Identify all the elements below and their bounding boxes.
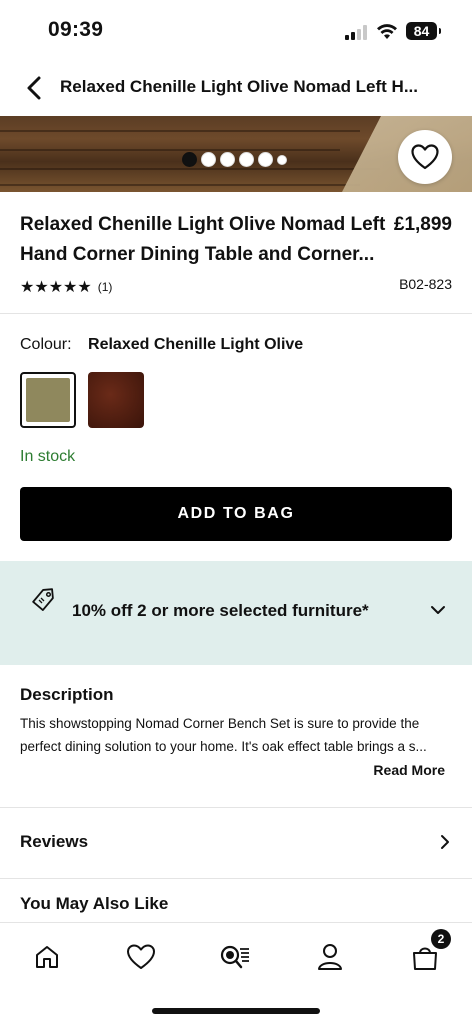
description-line: perfect dining solution to your home. It… <box>20 739 427 754</box>
tab-account[interactable] <box>310 939 350 975</box>
colour-row: Colour: Relaxed Chenille Light Olive <box>20 336 303 354</box>
add-to-bag-button[interactable]: ADD TO BAG <box>20 487 452 541</box>
nav-title: Relaxed Chenille Light Olive Nomad Left … <box>60 77 419 96</box>
product-title: Relaxed Chenille Light Olive Nomad Left … <box>20 214 386 265</box>
carousel-dot[interactable] <box>182 152 197 167</box>
carousel-dot[interactable] <box>239 152 254 167</box>
read-more-link[interactable]: Read More <box>373 762 445 778</box>
bag-count-badge: 2 <box>431 929 451 949</box>
divider <box>0 878 472 879</box>
home-indicator <box>152 1008 320 1014</box>
nav-header: Relaxed Chenille Light Olive Nomad Left … <box>0 60 472 116</box>
chevron-right-icon <box>441 835 449 849</box>
rating-stars: ★★★★★ <box>20 279 92 296</box>
description-line: This showstopping Nomad Corner Bench Set… <box>20 716 420 731</box>
description-body: This showstopping Nomad Corner Bench Set… <box>20 712 454 758</box>
tab-search[interactable] <box>215 939 255 975</box>
wifi-icon <box>377 24 397 39</box>
wishlist-button[interactable] <box>398 130 452 184</box>
chevron-down-icon[interactable] <box>430 605 446 615</box>
back-button[interactable] <box>22 74 48 102</box>
stock-status: In stock <box>20 448 76 465</box>
you-may-also-like-heading: You May Also Like <box>20 894 169 913</box>
heart-icon <box>411 144 439 170</box>
carousel-dots <box>182 152 287 167</box>
account-icon <box>318 944 342 970</box>
search-list-icon <box>220 945 249 969</box>
status-time: 09:39 <box>48 18 104 41</box>
heart-icon <box>127 944 155 969</box>
tab-home[interactable] <box>27 939 67 975</box>
review-count: (1) <box>97 280 113 294</box>
promo-banner[interactable]: 10% off 2 or more selected furniture* <box>0 561 472 665</box>
carousel-dot[interactable] <box>277 154 287 165</box>
description-heading: Description <box>20 685 114 704</box>
carousel-dot[interactable] <box>201 152 216 167</box>
swatch-brown[interactable] <box>88 372 144 428</box>
carousel-dot[interactable] <box>258 152 273 167</box>
rating[interactable]: ★★★★★ (1) <box>20 277 112 297</box>
colour-value: Relaxed Chenille Light Olive <box>88 336 304 353</box>
status-bar: 09:39 84 <box>0 0 472 60</box>
price-tag-icon <box>32 588 54 611</box>
reviews-row[interactable]: Reviews <box>0 808 472 878</box>
reviews-label: Reviews <box>20 832 89 851</box>
carousel-dot[interactable] <box>220 152 235 167</box>
home-icon <box>36 946 58 968</box>
product-price: £1,899 <box>393 214 452 235</box>
tab-wishlist[interactable] <box>121 939 161 975</box>
battery-indicator: 84 <box>406 22 441 40</box>
product-sku: B02-823 <box>399 276 452 292</box>
promo-text: 10% off 2 or more selected furniture* <box>72 601 369 620</box>
signal-icon <box>345 24 369 40</box>
swatch-light-olive[interactable] <box>20 372 76 428</box>
tab-bag[interactable]: 2 <box>405 929 451 975</box>
colour-label: Colour: <box>20 336 72 353</box>
divider <box>0 313 472 314</box>
